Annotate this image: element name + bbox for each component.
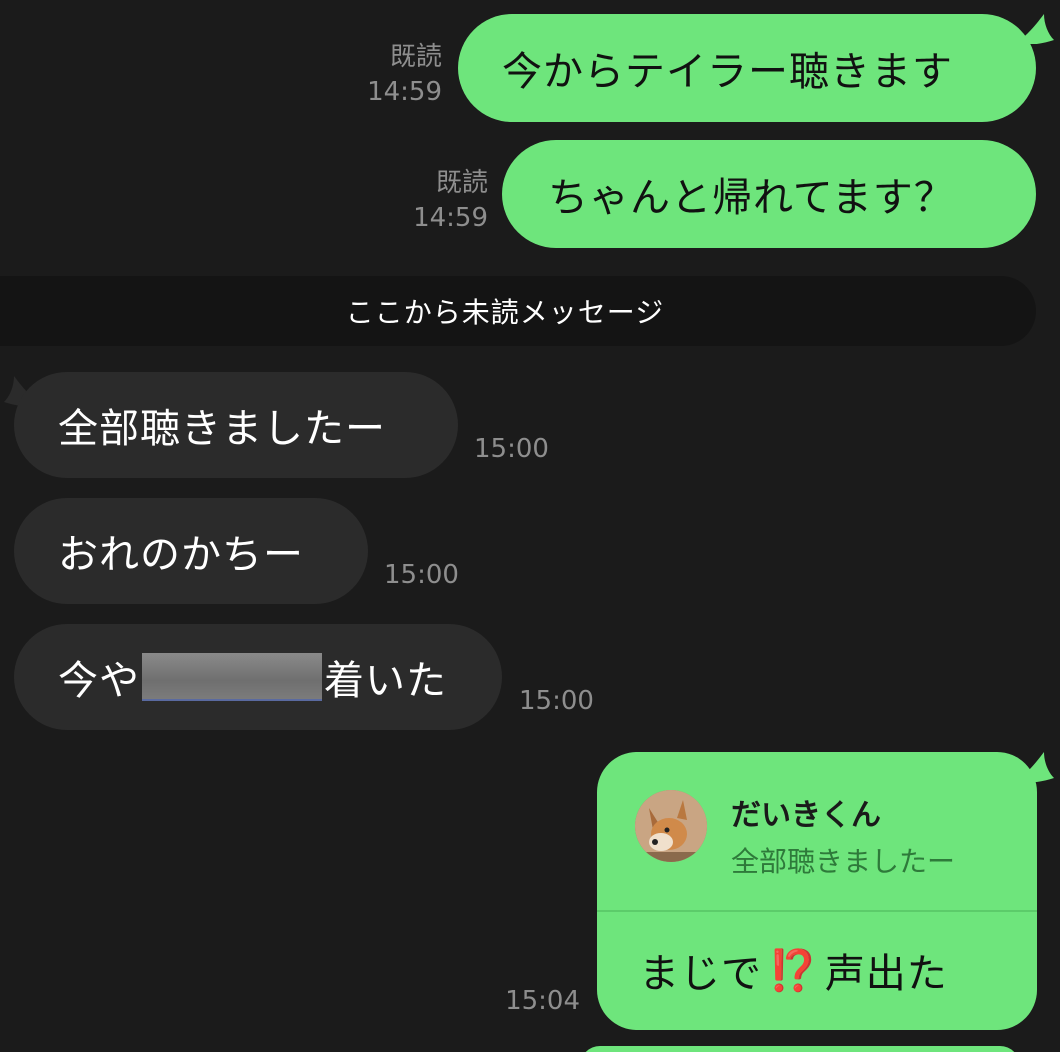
reply-text-end: 声出た — [824, 951, 948, 997]
timestamp: 14:59 — [367, 77, 442, 107]
read-receipt: 既読 — [435, 168, 488, 198]
bubble-tail — [1014, 752, 1054, 782]
quoted-sender-name: だいきくん — [731, 798, 881, 833]
bubble-tail — [1014, 14, 1054, 44]
read-receipt: 既読 — [389, 42, 442, 72]
timestamp: 15:00 — [474, 434, 549, 464]
reply-divider — [597, 910, 1037, 912]
incoming-message-bubble[interactable]: 全部聴きましたー — [14, 372, 458, 478]
message-meta: 既読 14:59 — [384, 166, 488, 236]
timestamp: 15:00 — [519, 686, 594, 716]
incoming-message-bubble[interactable]: 今や 着いた — [14, 624, 502, 730]
timestamp: 15:00 — [384, 560, 459, 590]
message-text-start: 今や — [58, 658, 140, 704]
unread-divider-label: ここから未読メッセージ — [345, 296, 665, 329]
quoted-message-text: 全部聴きましたー — [731, 845, 956, 878]
incoming-message-bubble[interactable]: おれのかちー — [14, 498, 368, 604]
message-text: おれのかちー — [58, 532, 304, 578]
timestamp: 15:04 — [505, 986, 580, 1016]
message-text-end: 着いた — [324, 658, 447, 704]
outgoing-message-bubble[interactable]: 今からテイラー聴きます — [458, 14, 1036, 122]
redacted-block — [142, 653, 322, 701]
outgoing-message-bubble[interactable] — [580, 1046, 1020, 1052]
chat-screen: 既読 14:59 今からテイラー聴きます 既読 14:59 ちゃんと帰れてます？… — [0, 0, 1060, 1052]
reply-text: まじで ⁉️ 声出た — [639, 930, 948, 1010]
interrobang-emoji-icon: ⁉️ — [768, 947, 819, 994]
message-text: ちゃんと帰れてます？ — [548, 175, 955, 221]
unread-divider: ここから未読メッセージ — [0, 276, 1036, 346]
timestamp: 14:59 — [413, 203, 488, 233]
avatar — [635, 790, 707, 862]
reply-message-bubble[interactable]: だいきくん 全部聴きましたー まじで ⁉️ 声出た — [597, 752, 1037, 1030]
dog-photo-icon — [635, 790, 707, 862]
message-text: 今からテイラー聴きます — [502, 49, 953, 95]
outgoing-message-bubble[interactable]: ちゃんと帰れてます？ — [502, 140, 1036, 248]
message-text: 全部聴きましたー — [58, 406, 386, 452]
message-meta: 既読 14:59 — [340, 40, 442, 110]
reply-text-start: まじで — [639, 951, 762, 997]
